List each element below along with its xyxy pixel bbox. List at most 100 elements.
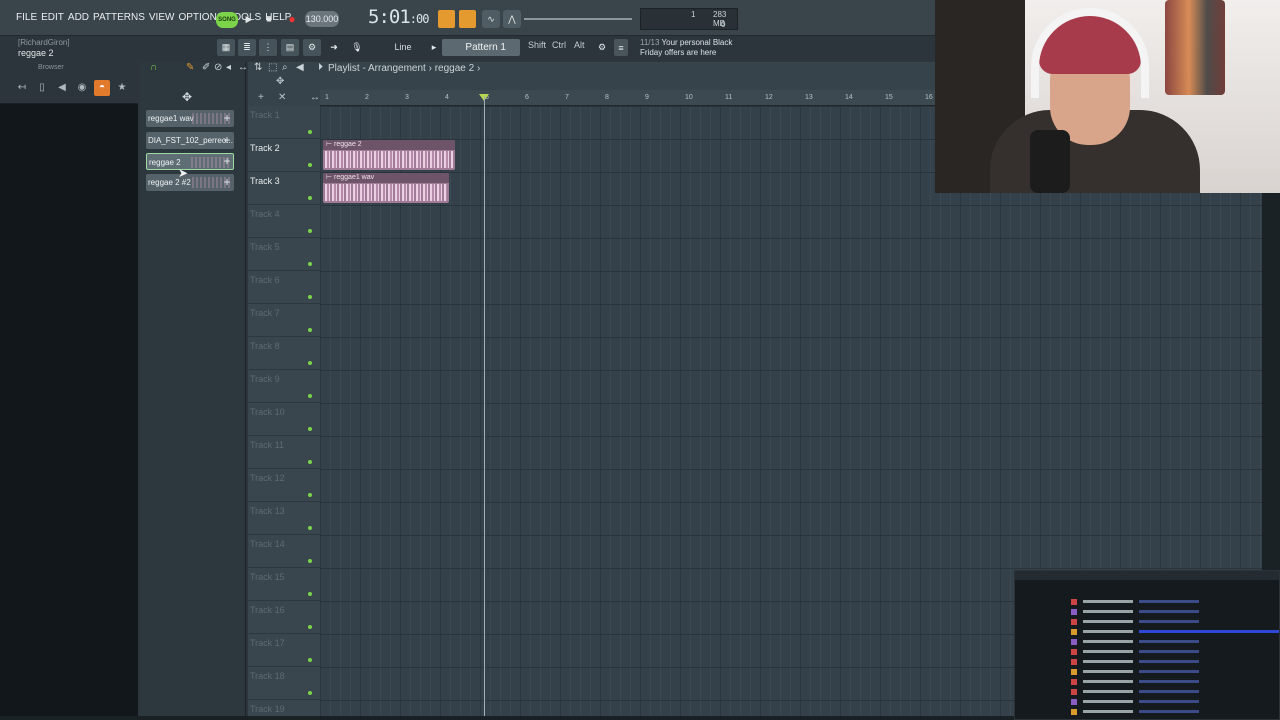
track-mute-led[interactable]: [308, 163, 312, 167]
track-header[interactable]: Track 8: [248, 337, 320, 370]
mini-list-row[interactable]: [1065, 599, 1275, 605]
track-mute-led[interactable]: [308, 394, 312, 398]
select-tool-icon[interactable]: ⬚: [268, 62, 277, 73]
pattern-prev-icon[interactable]: ▸: [428, 39, 440, 56]
ctrl-key[interactable]: Ctrl: [552, 40, 566, 50]
song-time-display[interactable]: 5:01:00: [368, 6, 429, 28]
view-icon[interactable]: ◉: [76, 82, 88, 94]
track-mute-led[interactable]: [308, 229, 312, 233]
add-clip-icon[interactable]: +: [220, 174, 234, 191]
track-header[interactable]: Track 17: [248, 634, 320, 667]
track-mute-led[interactable]: [308, 559, 312, 563]
play-icon[interactable]: ▶: [240, 10, 258, 28]
arrows-icon[interactable]: ✥: [276, 76, 284, 87]
playback-tool-icon[interactable]: ◀: [296, 62, 304, 73]
mini-list-row[interactable]: [1065, 639, 1275, 645]
stop-icon[interactable]: ■: [260, 10, 278, 28]
delete-tool-icon[interactable]: ⊘: [214, 62, 222, 73]
track-header[interactable]: Track 14: [248, 535, 320, 568]
countdown-icon[interactable]: ⋀: [503, 10, 521, 28]
mute-tool-icon[interactable]: ◂: [226, 62, 231, 73]
news-panel[interactable]: 11/13 Your personal Black Friday offers …: [640, 38, 732, 58]
track-mute-led[interactable]: [308, 592, 312, 596]
draw-tool-icon[interactable]: ✎: [186, 62, 194, 73]
mixer-icon[interactable]: ▤: [281, 39, 299, 56]
wait-input-icon[interactable]: ∿: [482, 10, 500, 28]
snap-selector[interactable]: Line: [378, 40, 428, 54]
news-icon[interactable]: ≡: [614, 39, 628, 56]
track-header[interactable]: Track 16: [248, 601, 320, 634]
add-clip-icon[interactable]: +: [220, 110, 234, 127]
track-header[interactable]: Track 3: [248, 172, 320, 205]
settings-icon[interactable]: ⚙: [593, 39, 611, 56]
pattern-selector[interactable]: Pattern 1: [442, 39, 520, 56]
track-header[interactable]: Track 6: [248, 271, 320, 304]
mini-list-row[interactable]: [1065, 659, 1275, 665]
scroll-arrows-icon[interactable]: ↔: [310, 92, 320, 103]
alt-key[interactable]: Alt: [574, 40, 585, 50]
track-header[interactable]: Track 4: [248, 205, 320, 238]
audio-clip[interactable]: ⊢ reggae 2: [323, 140, 455, 170]
channel-rack-icon[interactable]: ≣: [238, 39, 256, 56]
collapse-icon[interactable]: ↤: [16, 82, 28, 94]
shift-key[interactable]: Shift: [528, 40, 546, 50]
mini-list-row[interactable]: [1065, 629, 1279, 635]
arrow-right-icon[interactable]: ➜: [325, 39, 343, 56]
paint-tool-icon[interactable]: ✐: [202, 62, 210, 73]
track-header[interactable]: Track 10: [248, 403, 320, 436]
track-mute-led[interactable]: [308, 427, 312, 431]
slice-tool-icon[interactable]: ⇅: [254, 62, 262, 73]
mini-list-row[interactable]: [1065, 709, 1275, 715]
mini-list-row[interactable]: [1065, 679, 1275, 685]
add-track-icon[interactable]: +: [258, 92, 264, 103]
track-header[interactable]: Track 12: [248, 469, 320, 502]
move-icon[interactable]: ✥: [182, 90, 192, 104]
track-mute-led[interactable]: [308, 130, 312, 134]
track-header[interactable]: Track 9: [248, 370, 320, 403]
track-header[interactable]: Track 5: [248, 238, 320, 271]
menu-patterns[interactable]: PATTERNS: [93, 12, 145, 23]
mini-list-row[interactable]: [1065, 689, 1275, 695]
track-mute-led[interactable]: [308, 460, 312, 464]
mini-app-window[interactable]: [1014, 570, 1280, 720]
zoom-tool-icon[interactable]: ⌕: [282, 62, 288, 73]
track-mute-led[interactable]: [308, 526, 312, 530]
track-mute-led[interactable]: [308, 625, 312, 629]
mini-list-row[interactable]: [1065, 649, 1275, 655]
slip-tool-icon[interactable]: ↔: [238, 62, 248, 73]
track-mute-led[interactable]: [308, 493, 312, 497]
play-small-icon[interactable]: ⏵: [318, 62, 323, 73]
record-icon[interactable]: ●: [283, 10, 301, 28]
menu-add[interactable]: ADD: [68, 12, 89, 23]
track-header[interactable]: Track 11: [248, 436, 320, 469]
plugin-picker-icon[interactable]: ⚙: [303, 39, 321, 56]
song-mode-button[interactable]: SONG: [216, 12, 238, 28]
track-mute-led[interactable]: [308, 658, 312, 662]
magnet-icon[interactable]: ∩: [150, 62, 157, 73]
track-mute-led[interactable]: [308, 262, 312, 266]
add-clip-icon[interactable]: +: [220, 132, 234, 149]
track-header[interactable]: Track 7: [248, 304, 320, 337]
track-header[interactable]: Track 2: [248, 139, 320, 172]
track-header[interactable]: Track 1: [248, 106, 320, 139]
mini-list-row[interactable]: [1065, 699, 1275, 705]
audio-clip[interactable]: ⊢ reggae1 wav: [323, 173, 449, 203]
track-mute-led[interactable]: [308, 295, 312, 299]
master-volume-slider[interactable]: [524, 18, 632, 20]
tempo-display[interactable]: 130.000: [305, 11, 339, 27]
track-mute-led[interactable]: [308, 361, 312, 365]
menu-file[interactable]: FILE: [16, 12, 37, 23]
track-mute-led[interactable]: [308, 196, 312, 200]
track-header[interactable]: Track 15: [248, 568, 320, 601]
close-small-icon[interactable]: ✕: [278, 92, 286, 103]
piano-roll-icon[interactable]: ⋮: [259, 39, 277, 56]
tag-icon[interactable]: ◓: [94, 80, 110, 96]
mini-list-row[interactable]: [1065, 669, 1275, 675]
metronome-icon[interactable]: [438, 10, 455, 28]
step-edit-icon[interactable]: [459, 10, 476, 28]
microphone-icon[interactable]: 🎙: [348, 39, 366, 56]
menu-edit[interactable]: EDIT: [41, 12, 64, 23]
playlist-icon[interactable]: ▦: [217, 39, 235, 56]
track-header[interactable]: Track 13: [248, 502, 320, 535]
track-mute-led[interactable]: [308, 691, 312, 695]
